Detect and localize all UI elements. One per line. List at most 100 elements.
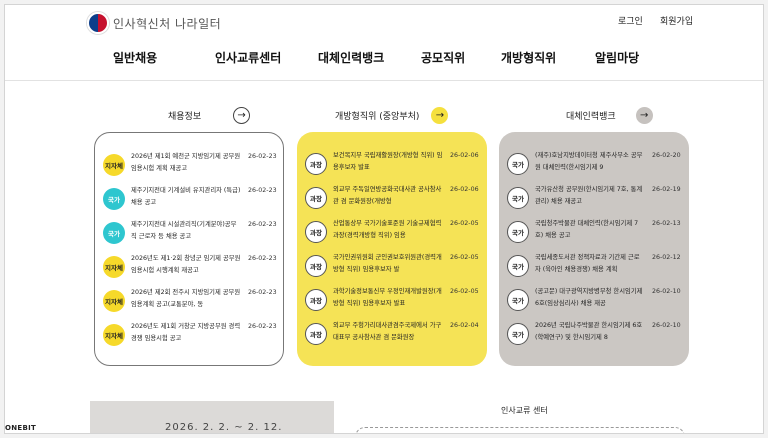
period-text: 2026. 2. 2. ~ 2. 12. (165, 422, 283, 433)
item-title: 2026년도 제1회 거창군 지방공무원 경력경쟁 임용시험 공고 (131, 323, 241, 342)
item-title: 국가인권위원회 군인권보호위원관(경력개방형 직위) 임용후보자 발 (333, 254, 442, 273)
item-title: 국립세종도서관 정책자료과 기간제 근로자 (육아인 채용경쟁) 채용 계획 (535, 254, 640, 273)
open-position-panel: 과장 보건복지부 국립재활원장(개방형 직위) 임용후보자 발표 26-02-0… (297, 132, 487, 366)
exchange-center-title: 인사교류 센터 (501, 406, 548, 415)
national-badge: 국가 (103, 188, 125, 210)
bank-section-header: 대체인력뱅크 → (566, 107, 653, 124)
item-date: 26-02-12 (652, 254, 681, 261)
list-item[interactable]: 과장 산업통상부 국가기술표준원 기술규제협력과장(경력개방형 직위) 임용 2… (305, 216, 479, 248)
list-item[interactable]: 과장 외교부 주독일연방공화국대사관 공사참사관 겸 문화원장(개방형 26-0… (305, 182, 479, 214)
director-badge: 과장 (305, 153, 327, 175)
national-badge: 국가 (507, 221, 529, 243)
nav-notice-board[interactable]: 알림마당 (595, 49, 639, 66)
open-section-title: 개방형직위 (중앙부처) (335, 112, 420, 122)
item-date: 26-02-04 (450, 322, 479, 329)
list-item[interactable]: 국가 (공고문) 대구광역지방병무청 한시임기제6호(임상심리사) 채용 재공 … (507, 284, 681, 316)
national-badge: 국가 (507, 255, 529, 277)
national-badge: 국가 (103, 222, 125, 244)
logo-text: 인사혁신처 나라일터 (113, 16, 222, 31)
list-item[interactable]: 국가 2026년 국립나주박물관 한시임기제 6호(학예연구) 및 한시임기제 … (507, 318, 681, 350)
item-date: 26-02-23 (248, 289, 277, 296)
list-item[interactable]: 국가 제주기지전대 시설관리직(기계분야)공무직 근로자 등 채용 공고 26-… (103, 217, 277, 249)
national-badge: 국가 (507, 153, 529, 175)
item-date: 26-02-06 (450, 186, 479, 193)
list-item[interactable]: 국가 제주기지전대 기계설비 유지관리자 (특급) 채용 공고 26-02-23 (103, 183, 277, 215)
item-date: 26-02-13 (652, 220, 681, 227)
list-item[interactable]: 과장 국가인권위원회 군인권보호위원관(경력개방형 직위) 임용후보자 발 26… (305, 250, 479, 282)
item-title: 2026년 제2회 전주시 지방임기제 공무원 임용계획 공고(교통분야, 동 (131, 289, 241, 308)
nav-exchange-center[interactable]: 인사교류센터 (215, 49, 281, 66)
director-badge: 과장 (305, 255, 327, 277)
substitute-bank-panel: 국가 (재주)호남지방데이터청 제주사무소 공무원 대체인력(한시임기제 9 2… (499, 132, 689, 366)
recruit-section-title: 채용정보 (168, 112, 202, 122)
item-date: 26-02-23 (248, 323, 277, 330)
list-item[interactable]: 국가 국립세종도서관 정책자료과 기간제 근로자 (육아인 채용경쟁) 채용 계… (507, 250, 681, 282)
list-item[interactable]: 과장 과학기술정보통신부 우정인재개발원장(개방형 직위) 임용후보자 발표 2… (305, 284, 479, 316)
list-item[interactable]: 지자체 2026년 제2회 전주시 지방임기제 공무원 임용계획 공고(교통분야… (103, 285, 277, 317)
local-gov-badge: 지자체 (103, 154, 125, 176)
item-date: 26-02-10 (652, 322, 681, 329)
item-date: 26-02-05 (450, 288, 479, 295)
recruit-more-arrow-icon[interactable]: → (233, 107, 251, 124)
logo[interactable]: 인사혁신처 나라일터 (87, 12, 221, 34)
list-item[interactable]: 국가 국가유산청 공무원(한시임기제 7호, 통계관리) 채용 재공고 26-0… (507, 182, 681, 214)
local-gov-badge: 지자체 (103, 324, 125, 346)
item-title: 보건복지부 국립재활원장(개방형 직위) 임용후보자 발표 (333, 152, 443, 171)
item-date: 26-02-23 (248, 187, 277, 194)
item-date: 26-02-23 (248, 153, 277, 160)
director-badge: 과장 (305, 323, 327, 345)
item-date: 26-02-23 (248, 255, 277, 262)
item-title: 제주기지전대 시설관리직(기계분야)공무직 근로자 등 채용 공고 (131, 221, 237, 240)
item-title: 국립청주박물관 대체인력(한시임기제 7호) 채용 공고 (535, 220, 639, 239)
list-item[interactable]: 국가 (재주)호남지방데이터청 제주사무소 공무원 대체인력(한시임기제 9 2… (507, 148, 681, 180)
list-item[interactable]: 지자체 2026년도 제1회 거창군 지방공무원 경력경쟁 임용시험 공고 26… (103, 319, 277, 351)
item-title: 외교부 주독일연방공화국대사관 공사참사관 겸 문화원장(개방형 (333, 186, 442, 205)
national-badge: 국가 (507, 289, 529, 311)
bank-more-arrow-icon[interactable]: → (635, 107, 653, 124)
open-section-header: 개방형직위 (중앙부처) → (335, 107, 449, 124)
director-badge: 과장 (305, 289, 327, 311)
director-badge: 과장 (305, 187, 327, 209)
list-item[interactable]: 국가 국립청주박물관 대체인력(한시임기제 7호) 채용 공고 26-02-13 (507, 216, 681, 248)
page-frame: 인사혁신처 나라일터 로그인 회원가입 일반채용 인사교류센터 대체인력뱅크 공… (4, 4, 764, 434)
item-title: (공고문) 대구광역지방병무청 한시임기제6호(임상심리사) 채용 재공 (535, 288, 643, 307)
item-title: 2026년 제1회 예천군 지방임기제 공무원 임용시험 계획 재공고 (131, 153, 241, 172)
open-more-arrow-icon[interactable]: → (431, 107, 449, 124)
item-title: 2026년 국립나주박물관 한시임기제 6호(학예연구) 및 한시임기제 8 (535, 322, 643, 341)
login-link[interactable]: 로그인 (618, 14, 643, 27)
nav-open-positions[interactable]: 공모직위 (421, 49, 465, 66)
government-emblem-icon (87, 12, 109, 34)
item-date: 26-02-06 (450, 152, 479, 159)
list-item[interactable]: 지자체 2026년 제1회 예천군 지방임기제 공무원 임용시험 계획 재공고 … (103, 149, 277, 181)
item-title: 산업통상부 국가기술표준원 기술규제협력과장(경력개방형 직위) 임용 (333, 220, 442, 239)
header: 인사혁신처 나라일터 로그인 회원가입 일반채용 인사교류센터 대체인력뱅크 공… (5, 5, 763, 81)
item-date: 26-02-20 (652, 152, 681, 159)
item-date: 26-02-05 (450, 254, 479, 261)
local-gov-badge: 지자체 (103, 290, 125, 312)
item-date: 26-02-19 (652, 186, 681, 193)
nav-substitute-bank[interactable]: 대체인력뱅크 (318, 49, 384, 66)
list-item[interactable]: 과장 외교부 주헝가리대사관겸주국제에서 가구대표부 공사참사관 겸 문화원장 … (305, 318, 479, 350)
national-badge: 국가 (507, 187, 529, 209)
nav-open-type-positions[interactable]: 개방형직위 (501, 49, 556, 66)
item-title: 외교부 주헝가리대사관겸주국제에서 가구대표부 공사참사관 겸 문화원장 (333, 322, 442, 341)
bank-section-title: 대체인력뱅크 (566, 112, 616, 122)
item-title: 국가유산청 공무원(한시임기제 7호, 통계관리) 채용 재공고 (535, 186, 643, 205)
item-date: 26-02-23 (248, 221, 277, 228)
local-gov-badge: 지자체 (103, 256, 125, 278)
recruit-panel: 지자체 2026년 제1회 예천군 지방임기제 공무원 임용시험 계획 재공고 … (94, 132, 284, 366)
nav-general-recruit[interactable]: 일반채용 (113, 49, 157, 66)
item-title: 제주기지전대 기계설비 유지관리자 (특급) 채용 공고 (131, 187, 241, 206)
list-item[interactable]: 지자체 2026년도 제1·2회 창녕군 임기제 공무원 임용시험 시행계획 재… (103, 251, 277, 283)
join-link[interactable]: 회원가입 (660, 14, 693, 27)
exchange-center-box (355, 427, 685, 433)
recruit-section-header: 채용정보 → (168, 107, 251, 124)
item-date: 26-02-10 (652, 288, 681, 295)
item-date: 26-02-05 (450, 220, 479, 227)
item-title: 2026년도 제1·2회 창녕군 임기제 공무원 임용시험 시행계획 재공고 (131, 255, 241, 274)
brand-watermark: ONEBIT (5, 424, 37, 432)
list-item[interactable]: 과장 보건복지부 국립재활원장(개방형 직위) 임용후보자 발표 26-02-0… (305, 148, 479, 180)
national-badge: 국가 (507, 323, 529, 345)
item-title: (재주)호남지방데이터청 제주사무소 공무원 대체인력(한시임기제 9 (535, 152, 643, 171)
item-title: 과학기술정보통신부 우정인재개발원장(개방형 직위) 임용후보자 발표 (333, 288, 442, 307)
